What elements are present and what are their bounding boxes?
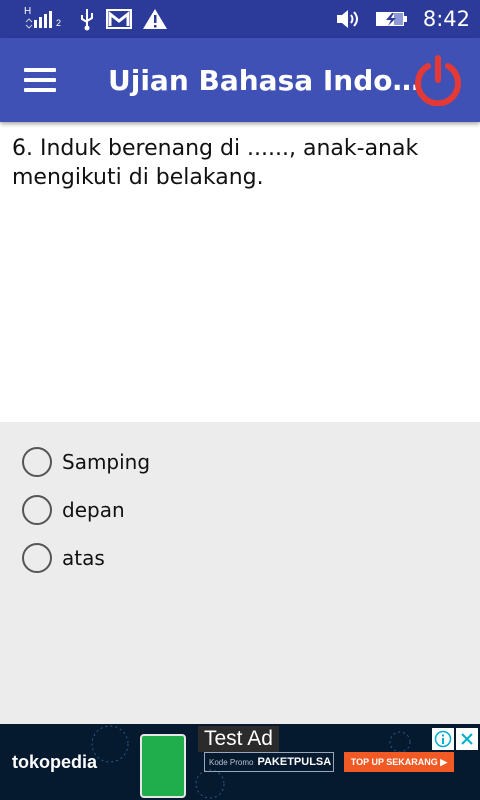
ad-brand-logo: tokopedia: [12, 752, 98, 772]
promo-prefix: Kode Promo: [209, 757, 254, 767]
ad-phone-image: [140, 734, 186, 798]
power-button[interactable]: [412, 54, 464, 107]
volume-icon: [336, 10, 358, 28]
option-label: Samping: [62, 450, 151, 474]
option-depan[interactable]: depan: [22, 492, 125, 528]
battery-charging-icon: [375, 12, 407, 26]
radio-button[interactable]: [22, 543, 52, 573]
radio-button[interactable]: [22, 447, 52, 477]
radio-button[interactable]: [22, 495, 52, 525]
test-ad-badge: Test Ad: [198, 726, 279, 752]
ad-cta-button[interactable]: TOP UP SEKARANG ▶: [344, 752, 454, 772]
close-icon[interactable]: [456, 728, 478, 750]
clock: 8:42: [422, 7, 470, 31]
ad-info-icon[interactable]: [432, 728, 454, 750]
status-bar: H 2 8:42: [0, 0, 480, 38]
page-title: Ujian Bahasa Indo…: [108, 64, 421, 97]
sim-slot-label: 2: [56, 18, 62, 28]
ad-banner[interactable]: tokopedia Test Ad Kode Promo PAKETPULSA …: [0, 724, 480, 800]
warning-icon: [143, 9, 167, 29]
app-bar: Ujian Bahasa Indo…: [0, 38, 480, 122]
signal-icon: H 2: [24, 6, 68, 32]
hamburger-menu-icon[interactable]: [24, 68, 56, 92]
option-label: atas: [62, 546, 105, 570]
option-atas[interactable]: atas: [22, 540, 105, 576]
option-samping[interactable]: Samping: [22, 444, 150, 480]
promo-code: PAKETPULSA: [257, 756, 332, 768]
question-text: 6. Induk berenang di ......, anak-anak m…: [12, 136, 419, 190]
power-icon: [415, 55, 461, 107]
ad-promo-code: Kode Promo PAKETPULSA: [204, 752, 334, 772]
option-label: depan: [62, 498, 125, 522]
status-right: 8:42: [335, 6, 470, 32]
usb-icon: [81, 9, 93, 31]
answer-options: Samping depan atas: [0, 422, 480, 724]
status-left: H 2: [24, 6, 168, 32]
gmail-icon: [106, 9, 132, 29]
